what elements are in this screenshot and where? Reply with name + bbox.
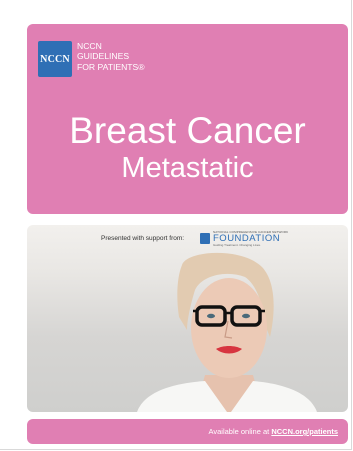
logo-line-3: FOR PATIENTS® (77, 61, 145, 72)
cover-title-panel: NCCN NCCN GUIDELINES FOR PATIENTS® Breas… (27, 24, 348, 214)
support-label: Presented with support from: (101, 235, 185, 242)
logo-text: NCCN GUIDELINES FOR PATIENTS® (77, 41, 145, 72)
woman-with-glasses-photo (137, 252, 317, 412)
document-subtitle: Metastatic (121, 152, 254, 184)
nccn-logo: NCCN (38, 41, 72, 77)
logo-line-2: GUIDELINES (77, 51, 130, 62)
cover-photo-panel: Presented with support from: NATIONAL CO… (27, 225, 348, 412)
foundation-tagline: Guiding Treatment. Changing Lives. (213, 243, 261, 247)
footer-bar: Available online at NCCN.org/patients (27, 419, 348, 444)
footer-prefix: Available online at (208, 427, 272, 436)
foundation-logo-icon (200, 233, 210, 244)
nccn-patients-link[interactable]: NCCN.org/patients (271, 427, 338, 436)
logo-line-1: NCCN (77, 41, 102, 51)
document-title: Breast Cancer (69, 110, 306, 151)
footer-text: Available online at NCCN.org/patients (209, 427, 339, 436)
